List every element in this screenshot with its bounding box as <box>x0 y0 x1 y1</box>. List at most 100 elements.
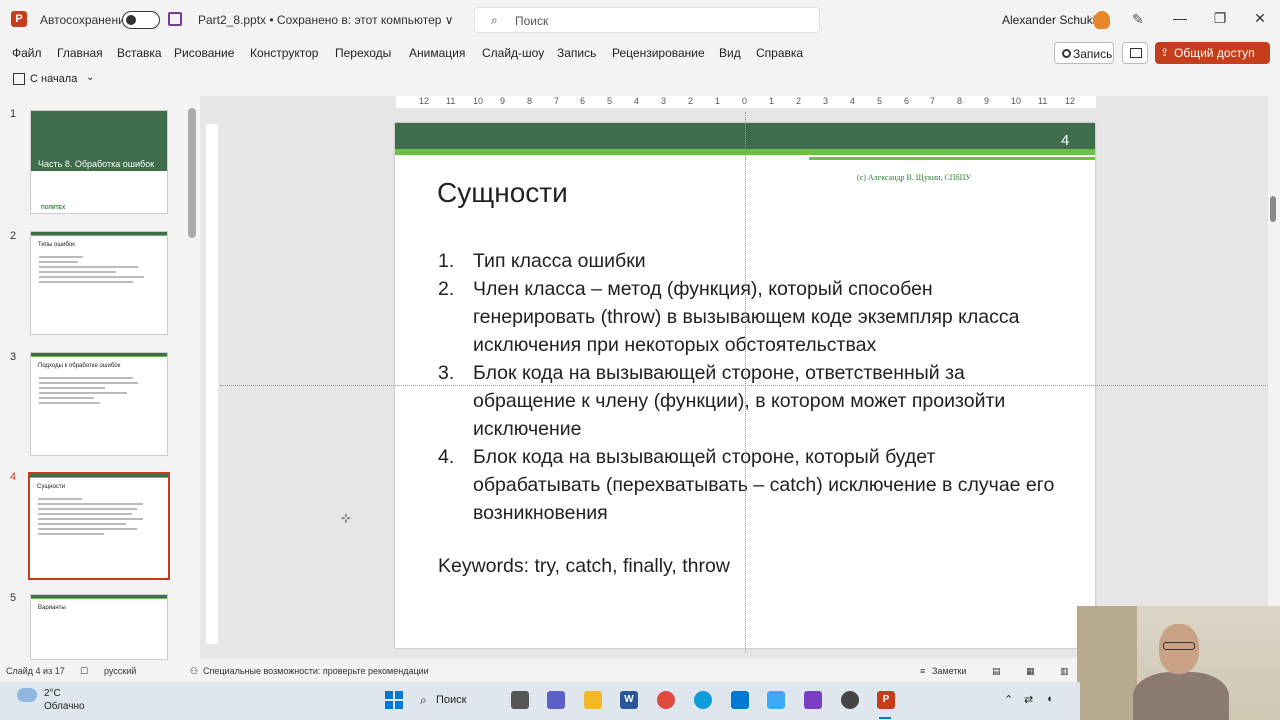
autosave-label: Автосохранение <box>40 13 132 27</box>
notepad-icon[interactable] <box>767 691 785 709</box>
slide-thumbnail-2[interactable]: Типы ошибок <box>30 231 168 335</box>
spellcheck-icon[interactable]: ☐ <box>80 666 88 677</box>
ruler-mark: 7 <box>554 96 560 106</box>
normal-view-icon[interactable]: ▤ <box>992 666 1001 677</box>
task-view-icon[interactable] <box>511 691 529 709</box>
tab-design[interactable]: Конструктор <box>250 46 318 60</box>
tab-home[interactable]: Главная <box>57 46 103 60</box>
ruler-mark: 12 <box>1065 96 1076 106</box>
list-item: 4. Блок кода на вызывающей стороне, котор… <box>438 446 1055 524</box>
slide-sorter-icon[interactable]: ▦ <box>1026 666 1035 677</box>
word-icon[interactable]: W <box>620 691 638 709</box>
webcam-overlay <box>1077 606 1280 720</box>
tray-chevron-up-icon[interactable]: ⌃ <box>1004 693 1013 706</box>
tab-slideshow[interactable]: Слайд-шоу <box>482 46 544 60</box>
user-name[interactable]: Alexander Schukin <box>1002 13 1102 27</box>
search-icon: ⌕ <box>491 13 498 27</box>
save-icon[interactable] <box>168 12 182 26</box>
record-button[interactable]: Запись <box>1054 42 1114 64</box>
chevron-down-icon[interactable]: ⌄ <box>86 72 94 83</box>
slide-thumbnails-panel: 1 Часть 8. Обработка ошибок ПОЛИТЕХ 2 Ти… <box>0 96 200 660</box>
ruler-mark: 7 <box>930 96 936 106</box>
thumb-number: 4 <box>10 471 17 483</box>
thumb-number: 2 <box>10 230 17 242</box>
slide-thumbnail-3[interactable]: Подходы к обработке ошибок <box>30 352 168 456</box>
slide-thumbnail-4[interactable]: Сущности <box>28 472 170 580</box>
ruler-mark: 4 <box>634 96 640 106</box>
powerpoint-taskbar-icon[interactable]: P <box>877 691 895 709</box>
weather-cloud-icon[interactable] <box>17 688 37 702</box>
tab-review[interactable]: Рецензирование <box>612 46 705 60</box>
file-explorer-icon[interactable] <box>584 691 602 709</box>
tab-record[interactable]: Запись <box>557 46 596 60</box>
ruler-mark: 1 <box>715 96 721 106</box>
taskbar-search-button[interactable]: ⌕ Поиск <box>420 689 494 713</box>
ruler-mark: 1 <box>769 96 775 106</box>
settings-gear-icon[interactable] <box>841 691 859 709</box>
vertical-guide[interactable] <box>745 112 746 652</box>
tab-animations[interactable]: Анимация <box>409 46 465 60</box>
list-item: 3. Блок кода на вызывающей стороне, ответ… <box>438 362 1006 440</box>
weather-condition[interactable]: Облачно <box>44 701 85 712</box>
slide-thumbnail-1[interactable]: Часть 8. Обработка ошибок ПОЛИТЕХ <box>30 110 168 214</box>
edge-icon[interactable] <box>694 691 712 709</box>
horizontal-ruler: 12 11 10 9 8 7 6 5 4 3 2 1 0 1 2 3 4 5 6 7 8 9 10 11 12 <box>396 96 1096 108</box>
slideshow-icon <box>13 73 25 85</box>
quick-toolbar: С начала ⌄ <box>0 68 1280 92</box>
document-title[interactable]: Part2_8.pptx • Сохранено в: этот компьют… <box>198 13 454 27</box>
close-button[interactable]: ✕ <box>1250 10 1270 27</box>
chrome-icon[interactable] <box>657 691 675 709</box>
tray-network-icon[interactable]: ⇄ <box>1024 693 1033 706</box>
slide-content-list[interactable]: 1. Тип класса ошибки 2. Член класса – мето… <box>438 247 1058 527</box>
avatar[interactable] <box>1094 11 1110 29</box>
slide-thumbnail-5[interactable]: Варианты <box>30 594 168 660</box>
thumbnails-scrollbar[interactable] <box>188 96 196 660</box>
slide-title[interactable]: Сущности <box>437 177 568 209</box>
tab-transitions[interactable]: Переходы <box>335 46 391 60</box>
ruler-mark: 11 <box>1038 96 1048 106</box>
editor-scrollbar[interactable] <box>1268 96 1280 658</box>
powerpoint-app-icon: P <box>11 11 27 27</box>
windows-taskbar: 2°C Облачно ⌕ Поиск W P ⌃ ⇄ ◖ <box>0 682 1080 720</box>
slide-number: 4 <box>1061 132 1070 149</box>
pen-icon[interactable]: ✎ <box>1132 11 1144 28</box>
title-bar: P Автосохранение Part2_8.pptx • Сохранен… <box>0 0 1280 40</box>
mail-icon[interactable] <box>731 691 749 709</box>
keywords-text[interactable]: Keywords: try, catch, finally, throw <box>438 555 730 578</box>
autosave-toggle[interactable] <box>122 11 160 29</box>
tray-volume-icon[interactable]: ◖ <box>1046 693 1053 705</box>
notes-button[interactable]: Заметки <box>932 666 966 676</box>
thumb-number: 5 <box>10 592 17 604</box>
ruler-mark: 6 <box>904 96 910 106</box>
ruler-mark: 10 <box>473 96 484 106</box>
ruler-mark: 11 <box>446 96 456 106</box>
thumb-number: 1 <box>10 108 17 120</box>
reading-view-icon[interactable]: ▥ <box>1060 666 1069 677</box>
accessibility-status[interactable]: Специальные возможности: проверьте реком… <box>203 666 429 676</box>
comments-button[interactable] <box>1122 42 1148 64</box>
accessibility-icon: ⚇ <box>190 666 199 676</box>
horizontal-guide[interactable] <box>220 385 1270 386</box>
ruler-mark: 12 <box>419 96 430 106</box>
weather-temperature[interactable]: 2°C <box>44 688 61 699</box>
from-start-button[interactable]: С начала <box>30 73 77 85</box>
ruler-mark: 0 <box>742 96 748 106</box>
tab-file[interactable]: Файл <box>12 46 42 60</box>
ruler-mark: 5 <box>607 96 613 106</box>
tab-draw[interactable]: Рисование <box>174 46 234 60</box>
windows-start-icon[interactable] <box>385 691 403 709</box>
tab-insert[interactable]: Вставка <box>117 46 162 60</box>
search-icon: ⌕ <box>420 693 427 707</box>
ruler-mark: 6 <box>580 96 586 106</box>
tab-help[interactable]: Справка <box>756 46 803 60</box>
language-indicator[interactable]: русский <box>104 666 136 676</box>
chat-icon[interactable] <box>547 691 565 709</box>
search-input[interactable]: ⌕ Поиск <box>474 7 820 33</box>
tab-view[interactable]: Вид <box>719 46 741 60</box>
restore-button[interactable]: ❐ <box>1210 10 1230 27</box>
share-button[interactable]: ⇪ Общий доступ <box>1155 42 1270 64</box>
minimize-button[interactable]: — <box>1170 10 1190 26</box>
visual-studio-icon[interactable] <box>804 691 822 709</box>
logo: ПОЛИТЕХ <box>41 205 66 211</box>
ruler-mark: 8 <box>527 96 533 106</box>
